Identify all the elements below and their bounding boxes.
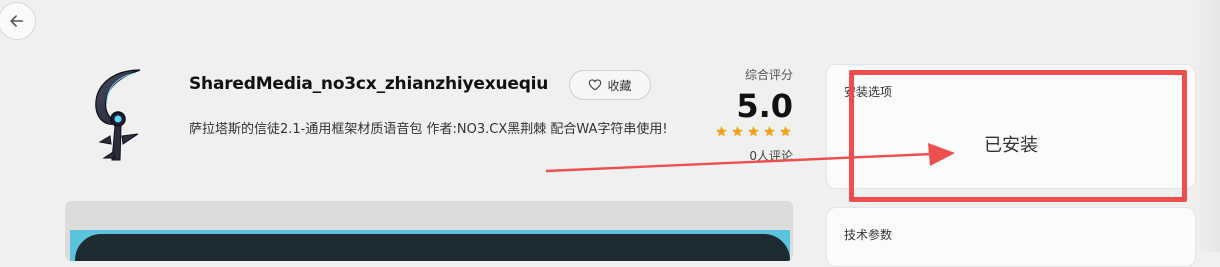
favorite-label: 收藏 [607, 78, 632, 93]
rating-label: 综合评分 [744, 68, 793, 82]
back-button[interactable] [0, 2, 36, 40]
addon-logo-icon [95, 69, 141, 161]
preview-image-content [75, 234, 790, 261]
arrow-left-icon [10, 15, 24, 27]
rating-stars [712, 125, 793, 138]
tech-specs-card: 技术参数 [826, 207, 1196, 267]
review-count: 0人评论 [749, 149, 793, 163]
addon-title: SharedMedia_no3cx_zhianzhiyexueqiu [189, 74, 549, 94]
favorite-button[interactable]: 收藏 [569, 70, 651, 100]
install-options-label: 安装选项 [844, 85, 893, 99]
rating-score: 5.0 [736, 87, 793, 125]
tech-specs-label: 技术参数 [844, 228, 893, 242]
addon-description: 萨拉塔斯的信徒2.1-通用框架材质语音包 作者:NO3.CX黑荆棘 配合WA字符… [189, 122, 668, 137]
star-icon [732, 126, 743, 137]
star-icon [780, 126, 791, 137]
star-icon [764, 126, 775, 137]
star-icon [716, 126, 727, 137]
heart-outline-icon [589, 79, 602, 91]
install-status-button[interactable]: 已安装 [827, 131, 1195, 157]
install-options-card: 安装选项 已安装 [826, 64, 1196, 189]
preview-image [65, 201, 793, 261]
star-icon [748, 126, 759, 137]
